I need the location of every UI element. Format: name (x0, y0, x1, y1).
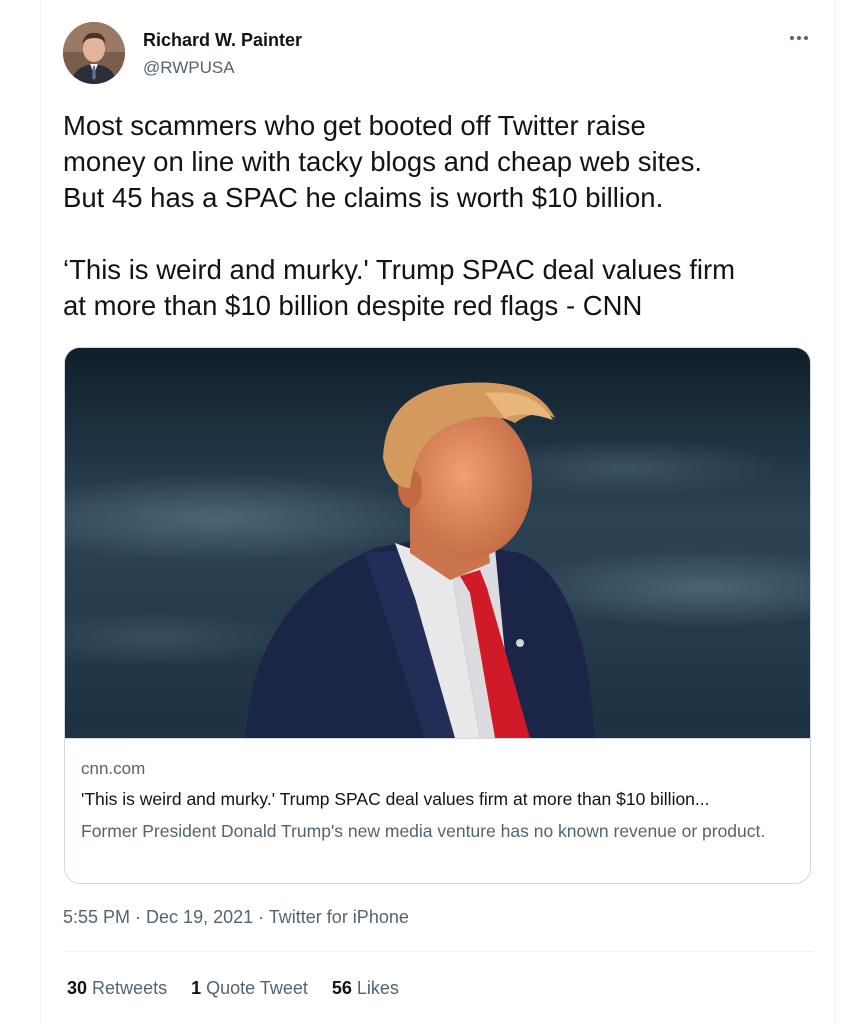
quote-tweets-label: Quote Tweet (206, 978, 308, 998)
likes-label: Likes (356, 978, 399, 998)
tweet-container: Richard W. Painter @RWPUSA Most scammers… (40, 0, 835, 1024)
likes-stat[interactable]: 56 Likes (332, 978, 399, 999)
separator: · (253, 907, 269, 927)
link-preview-card[interactable]: cnn.com 'This is weird and murky.' Trump… (64, 347, 811, 884)
quote-tweets-stat[interactable]: 1 Quote Tweet (191, 978, 308, 999)
author-display-name[interactable]: Richard W. Painter (143, 30, 302, 51)
author-handle[interactable]: @RWPUSA (143, 58, 235, 78)
retweets-label: Retweets (92, 978, 168, 998)
likes-count: 56 (331, 978, 352, 998)
link-title: 'This is weird and murky.' Trump SPAC de… (81, 789, 710, 809)
tweet-timestamp: 5:55 PM · Dec 19, 2021 · Twitter for iPh… (63, 907, 409, 928)
news-photo (65, 348, 810, 738)
tweet-text: Most scammers who get booted off Twitter… (63, 108, 823, 324)
more-options-button[interactable] (785, 28, 813, 48)
tweet-time-link[interactable]: 5:55 PM (63, 907, 130, 927)
retweets-count: 30 (67, 978, 88, 998)
divider (63, 951, 813, 952)
link-preview-image[interactable] (65, 348, 810, 739)
link-domain: cnn.com (81, 759, 146, 778)
profile-photo-icon (63, 22, 125, 84)
ellipsis-icon (790, 36, 794, 40)
tweet-paragraph: Most scammers who get booted off Twitter… (63, 110, 702, 213)
tweet-paragraph: ‘This is weird and murky.' Trump SPAC de… (63, 254, 736, 321)
separator: · (130, 907, 147, 927)
link-description: Former President Donald Trump's new medi… (81, 821, 766, 841)
author-avatar[interactable] (63, 22, 125, 84)
engagement-stats: 30 Retweets 1 Quote Tweet 56 Likes (67, 978, 399, 999)
tweet-date-link[interactable]: Dec 19, 2021 (146, 907, 253, 927)
retweets-stat[interactable]: 30 Retweets (67, 978, 167, 999)
tweet-source-link[interactable]: Twitter for iPhone (269, 907, 409, 927)
quote-tweets-count: 1 (191, 978, 202, 998)
